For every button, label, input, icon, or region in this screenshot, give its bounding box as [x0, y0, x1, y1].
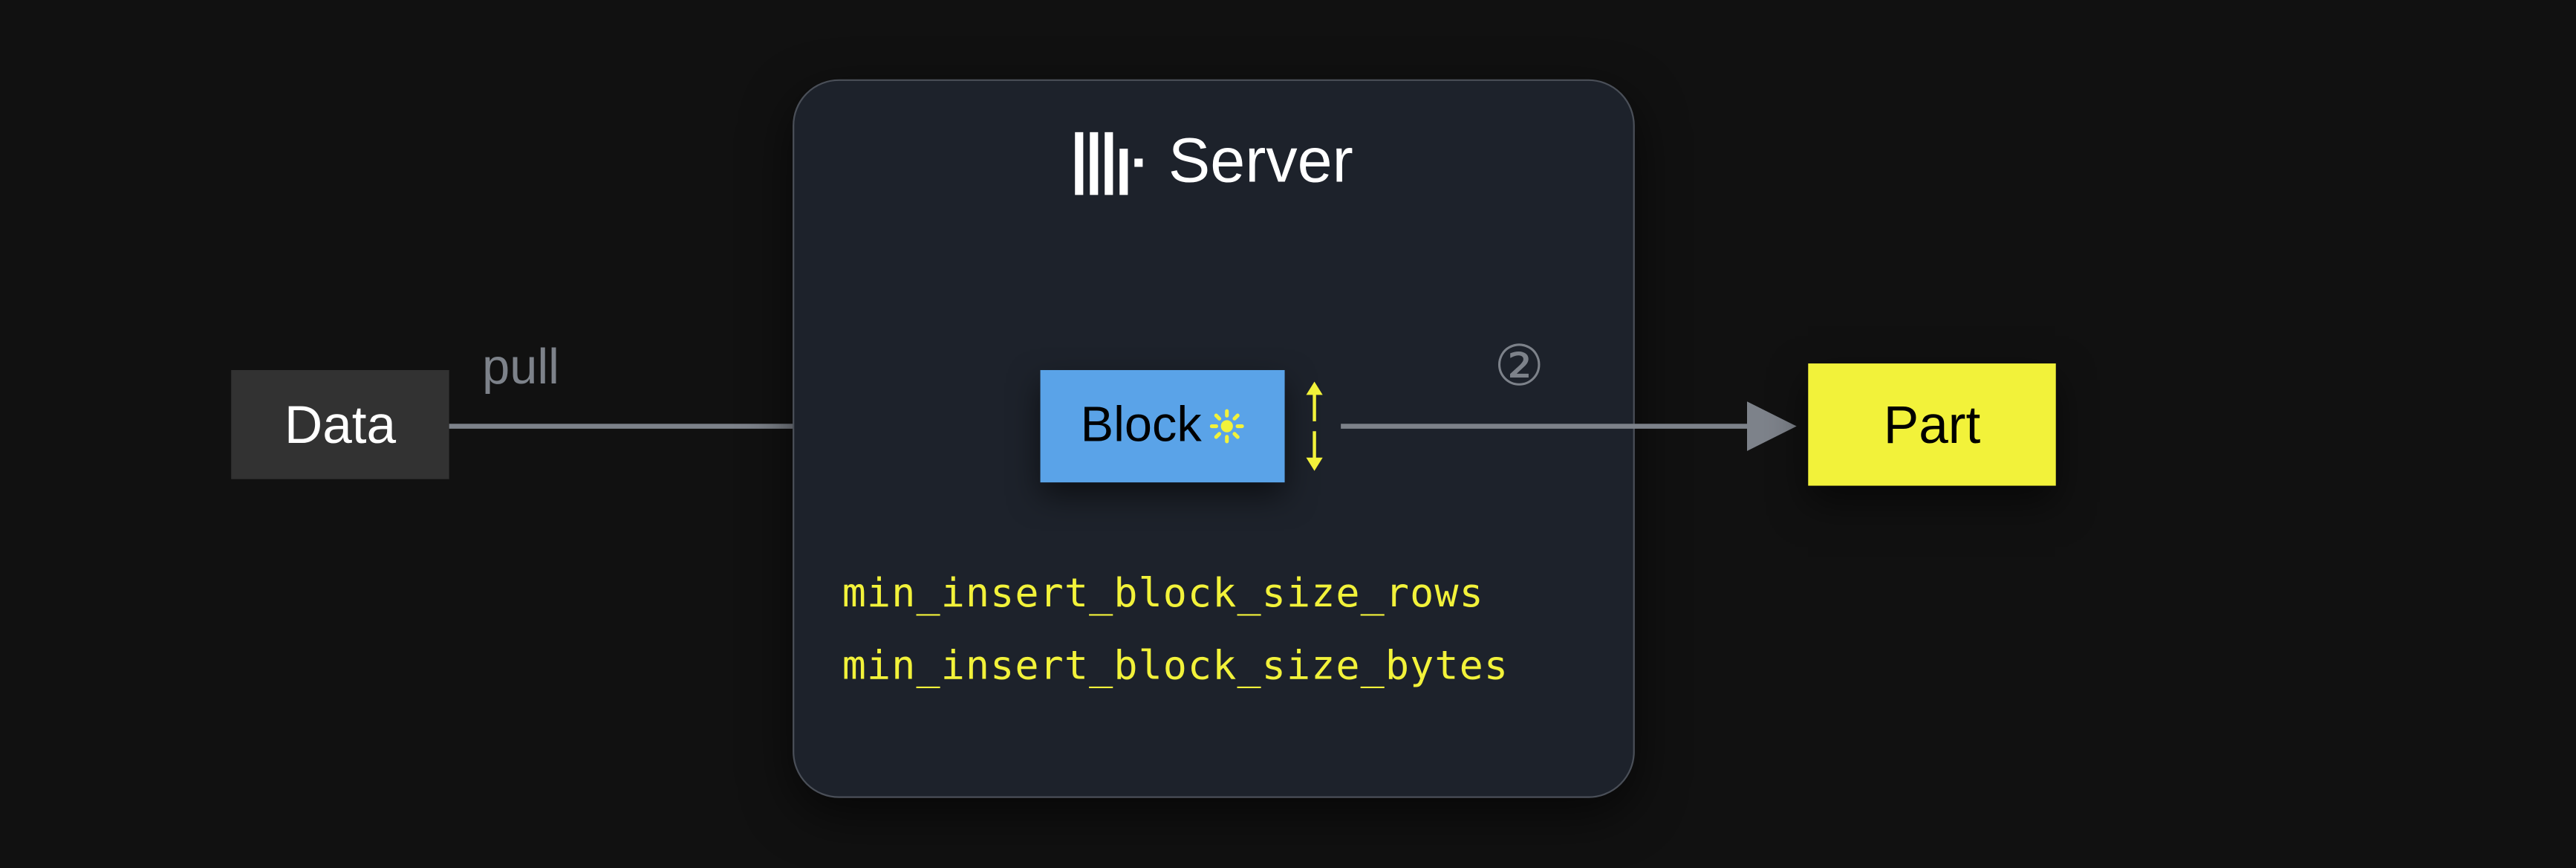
- diagram-canvas: Data pull ① Server Block: [0, 0, 2576, 867]
- setting-bytes: min_insert_block_size_bytes: [842, 643, 1509, 689]
- arrow1-label: pull: [482, 340, 559, 397]
- part-node-label: Part: [1884, 395, 1980, 456]
- settings-list: min_insert_block_size_rows min_insert_bl…: [842, 570, 1509, 689]
- block-node: Block: [1041, 370, 1285, 482]
- block-node-label: Block: [1081, 398, 1202, 455]
- step-2-marker: ②: [1486, 334, 1552, 400]
- server-title: Server: [794, 128, 1633, 199]
- data-node-label: Data: [284, 395, 396, 456]
- server-title-text: Server: [1168, 128, 1353, 199]
- arrow-block-to-part: [1341, 410, 1808, 443]
- gear-icon: [1209, 409, 1245, 445]
- setting-rows: min_insert_block_size_rows: [842, 570, 1509, 616]
- clickhouse-logo-icon: [1074, 132, 1142, 194]
- data-node: Data: [231, 370, 449, 479]
- vertical-resize-icon: [1295, 370, 1334, 482]
- part-node: Part: [1808, 364, 2055, 487]
